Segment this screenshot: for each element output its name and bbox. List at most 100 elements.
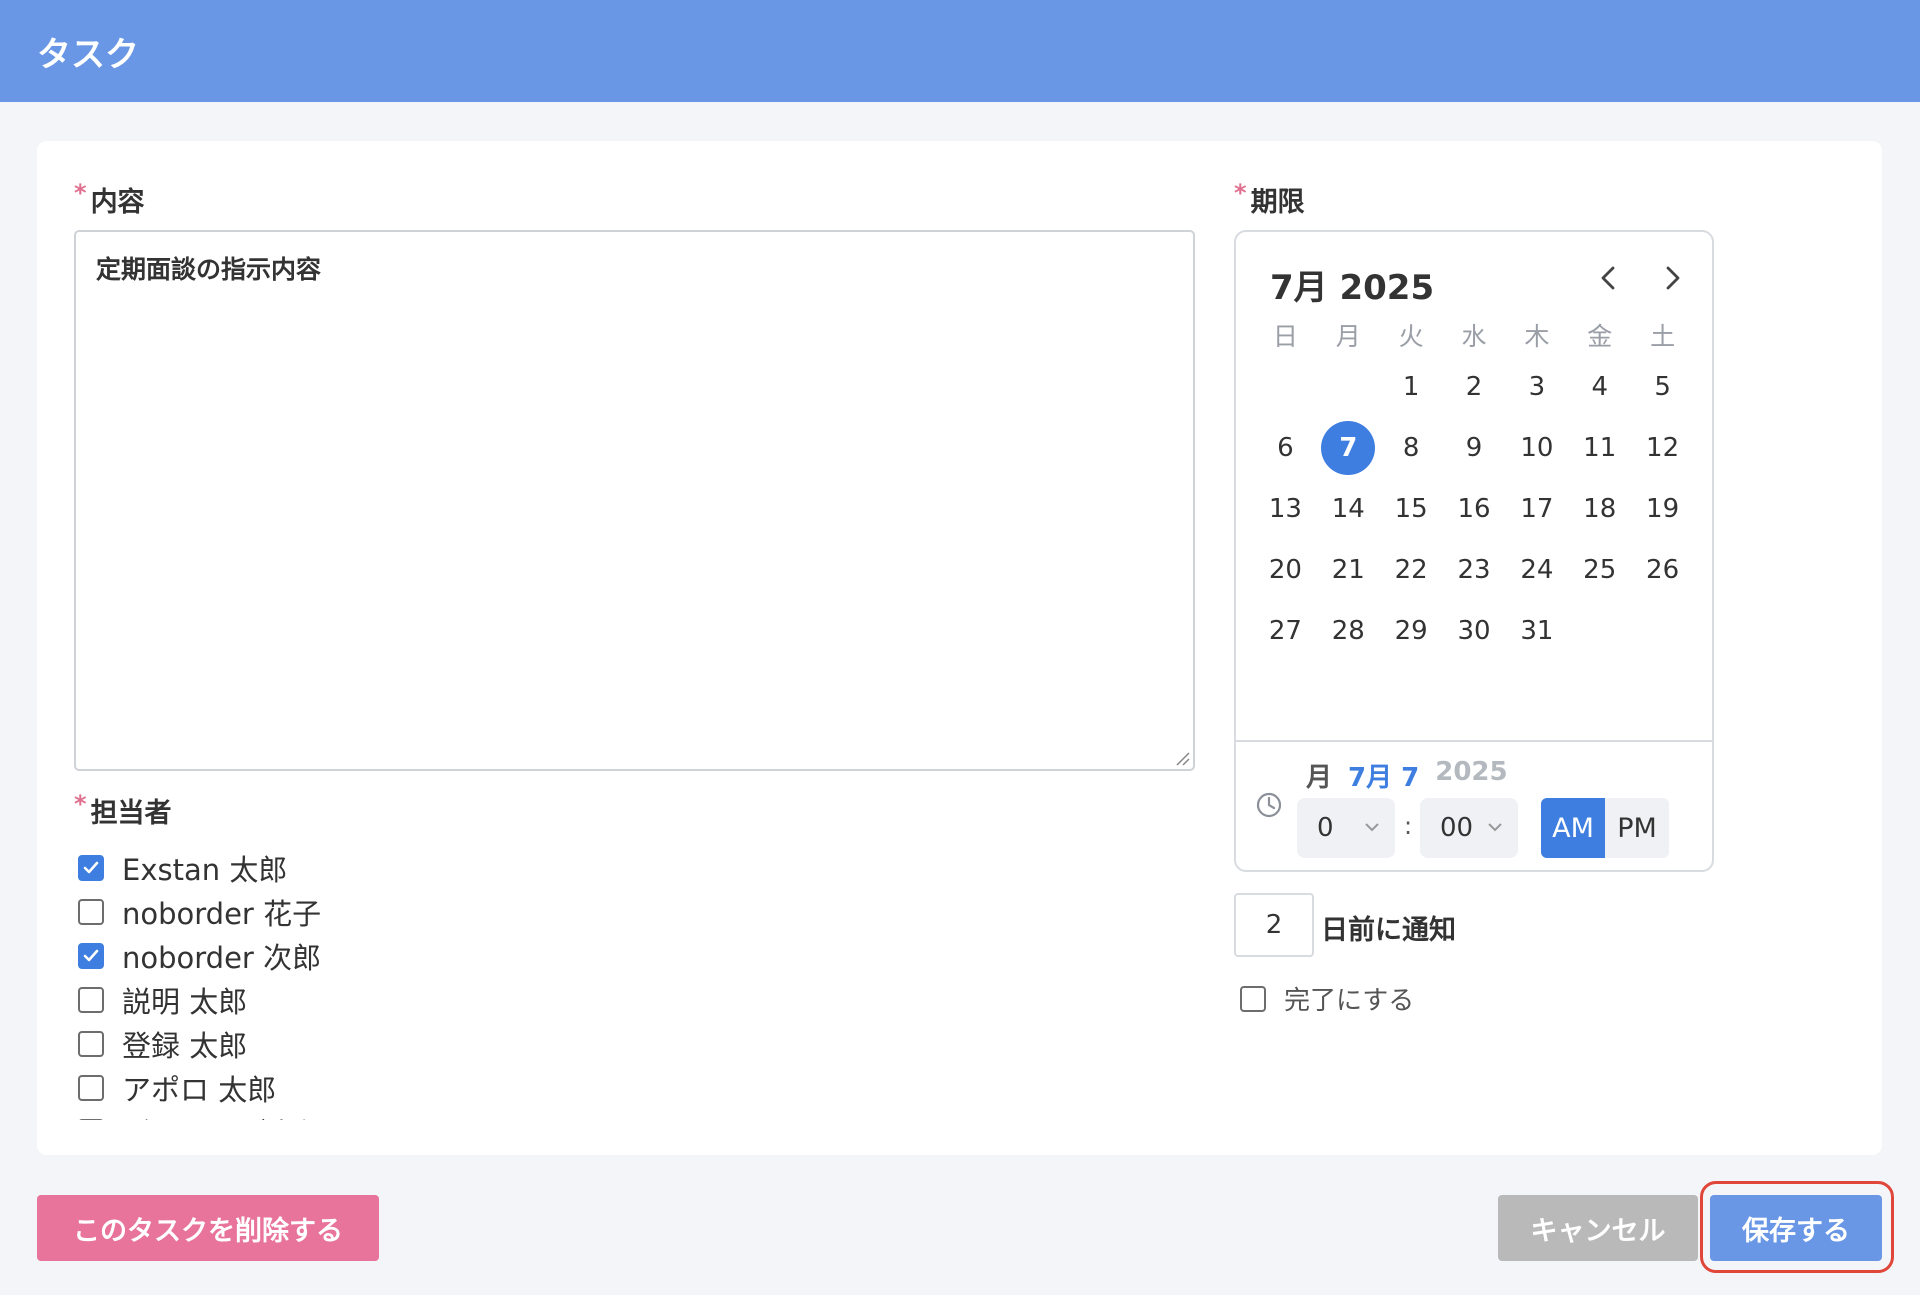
calendar-day[interactable]: 7 [1317, 421, 1380, 475]
calendar-day[interactable]: 19 [1631, 482, 1694, 536]
minute-select[interactable]: 00 [1420, 798, 1518, 858]
required-mark: * [74, 179, 87, 207]
calendar-day[interactable]: 1 [1380, 360, 1443, 414]
assignee-name: noborder 次郎 [122, 941, 322, 975]
calendar-day[interactable]: 24 [1505, 543, 1568, 597]
resize-grip-icon[interactable] [1174, 750, 1190, 766]
assignee-name: 説明 太郎 [122, 985, 248, 1019]
assignee-item[interactable]: noborder 次郎 [74, 934, 674, 978]
clock-icon [1256, 792, 1282, 818]
content-textarea[interactable]: 定期面談の指示内容 [74, 230, 1195, 771]
weekday-label: 木 [1524, 322, 1550, 351]
calendar-day[interactable]: 3 [1505, 360, 1568, 414]
calendar-day[interactable]: 6 [1254, 421, 1317, 475]
content-label: * 内容 [74, 179, 145, 218]
assignee-checkbox[interactable] [78, 943, 104, 969]
calendar-day[interactable]: 18 [1568, 482, 1631, 536]
notify-days-input[interactable]: 2 [1234, 893, 1314, 957]
calendar-day[interactable]: 25 [1568, 543, 1631, 597]
weekday-label: 水 [1461, 322, 1487, 351]
complete-label: 完了にする [1284, 986, 1415, 1016]
calendar-day[interactable]: 27 [1254, 604, 1317, 658]
hour-select[interactable]: 0 [1297, 798, 1395, 858]
calendar-day[interactable]: 22 [1380, 543, 1443, 597]
selected-year: 2025 [1435, 757, 1508, 787]
dialog-title: タスク [37, 34, 139, 75]
assignee-item[interactable]: 登録 太郎 [74, 1022, 674, 1066]
notify-label: 日前に通知 [1321, 915, 1456, 946]
chevron-left-icon[interactable] [1591, 260, 1627, 296]
time-separator: : [1404, 812, 1413, 840]
selected-weekday: 月 [1306, 763, 1333, 793]
complete-row: 完了にする [1234, 980, 1414, 1017]
calendar-week: 27 28 29 30 31 [1254, 604, 1694, 658]
assignee-name: 登録 太郎 [122, 1029, 248, 1063]
calendar-empty-cell [1254, 360, 1317, 414]
calendar-empty-cell [1317, 360, 1380, 414]
calendar-day[interactable]: 29 [1380, 604, 1443, 658]
delete-task-button[interactable]: このタスクを削除する [37, 1195, 379, 1261]
assignee-checkbox[interactable] [78, 1031, 104, 1057]
calendar-day[interactable]: 26 [1631, 543, 1694, 597]
calendar-day[interactable]: 17 [1505, 482, 1568, 536]
calendar-week: 13 14 15 16 17 18 19 [1254, 482, 1694, 536]
am-toggle[interactable]: AM [1541, 798, 1605, 858]
calendar-day[interactable]: 15 [1380, 482, 1443, 536]
calendar-week: 6 7 8 9 10 11 12 [1254, 421, 1694, 475]
chevron-down-icon [1365, 823, 1379, 832]
assignee-checkbox[interactable] [78, 987, 104, 1013]
weekday-label: 日 [1272, 322, 1298, 351]
save-button[interactable]: 保存する [1710, 1195, 1882, 1261]
calendar-month-title: 7月 2025 [1270, 268, 1435, 308]
weekday-label: 金 [1587, 322, 1613, 351]
complete-checkbox[interactable] [1240, 985, 1266, 1012]
calendar-day[interactable]: 30 [1443, 604, 1506, 658]
calendar-day[interactable]: 31 [1505, 604, 1568, 658]
calendar-day[interactable]: 13 [1254, 482, 1317, 536]
selected-date: 月 7月 7 2025 [1306, 757, 1508, 794]
assignee-name: ヴィッツブ太郎 [122, 1111, 325, 1120]
weekday-header: 日月火水木金土 [1254, 317, 1694, 353]
pm-toggle[interactable]: PM [1605, 798, 1669, 858]
content-text: 定期面談の指示内容 [96, 255, 322, 284]
calendar-day[interactable]: 16 [1443, 482, 1506, 536]
assignee-checkbox[interactable] [78, 1075, 104, 1101]
calendar-day[interactable]: 4 [1568, 360, 1631, 414]
calendar-day[interactable]: 23 [1443, 543, 1506, 597]
assignee-item[interactable]: ヴィッツブ太郎 [74, 1110, 674, 1120]
assignee-checkbox[interactable] [78, 855, 104, 881]
assignee-checkbox[interactable] [78, 1119, 104, 1120]
calendar-day[interactable]: 14 [1317, 482, 1380, 536]
assignee-item[interactable]: アポロ 太郎 [74, 1066, 674, 1110]
chevron-right-icon[interactable] [1654, 260, 1690, 296]
required-mark: * [74, 790, 87, 818]
assignee-name: Exstan 太郎 [122, 853, 288, 887]
assignee-name: アポロ 太郎 [122, 1073, 277, 1107]
calendar-day[interactable]: 11 [1568, 421, 1631, 475]
calendar-day[interactable]: 21 [1317, 543, 1380, 597]
assignee-checkbox[interactable] [78, 899, 104, 925]
calendar-day[interactable]: 8 [1380, 421, 1443, 475]
calendar-empty-cell [1568, 604, 1631, 658]
calendar-day[interactable]: 12 [1631, 421, 1694, 475]
calendar-day[interactable]: 9 [1443, 421, 1506, 475]
cancel-button[interactable]: キャンセル [1498, 1195, 1698, 1261]
calendar-day[interactable]: 28 [1317, 604, 1380, 658]
weekday-label: 火 [1398, 322, 1424, 351]
chevron-down-icon [1488, 823, 1502, 832]
calendar-day[interactable]: 10 [1505, 421, 1568, 475]
weekday-label: 月 [1335, 322, 1361, 351]
calendar-day[interactable]: 20 [1254, 543, 1317, 597]
deadline-label: * 期限 [1234, 179, 1305, 218]
assignee-item[interactable]: Exstan 太郎 [74, 846, 674, 890]
divider [1236, 740, 1712, 742]
assignee-item[interactable]: 説明 太郎 [74, 978, 674, 1022]
calendar-day[interactable]: 2 [1443, 360, 1506, 414]
assignee-label: * 担当者 [74, 790, 172, 829]
date-picker: 7月 2025 日月火水木金土 1 2 3 4 5 6 7 8 9 10 11 12 13 14 15 16 1… [1234, 230, 1714, 872]
assignee-list: Exstan 太郎 noborder 花子 noborder 次郎 説明 太郎登録 太… [74, 846, 674, 1120]
assignee-name: noborder 花子 [122, 897, 322, 931]
dialog-header: タスク [0, 0, 1920, 102]
calendar-day[interactable]: 5 [1631, 360, 1694, 414]
assignee-item[interactable]: noborder 花子 [74, 890, 674, 934]
